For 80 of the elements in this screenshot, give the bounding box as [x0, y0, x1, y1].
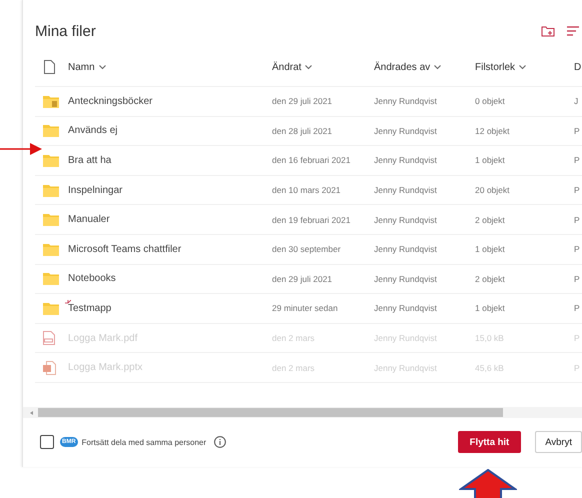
table-cell-text: P — [574, 244, 581, 254]
column-header[interactable]: Namn — [68, 62, 272, 72]
file-size: 12 objekt — [475, 126, 510, 136]
file-size: 1 objekt — [475, 303, 506, 314]
pdf-file-icon — [43, 331, 55, 346]
annotation-arrow — [459, 469, 517, 498]
table-cell-text: P — [574, 155, 581, 166]
modified-date: den 29 juli 2021 — [272, 96, 334, 106]
file-size: 0 objekt — [475, 96, 506, 106]
file-row[interactable]: Manualer den 19 februari 2021 Jenny Rundqvist 2 objekt P — [35, 205, 582, 235]
file-size: 1 objekt — [475, 155, 506, 166]
modified-date: den 16 februari 2021 — [272, 155, 352, 166]
info-icon[interactable] — [214, 436, 226, 448]
table-cell-text: P — [574, 126, 581, 136]
file-name: Testmapp — [68, 302, 272, 314]
file-name: Manualer — [68, 214, 111, 226]
table-cell-text: P — [574, 185, 581, 196]
file-size: 20 objekt — [475, 185, 510, 196]
modified-by: Jenny Rundqvist — [374, 185, 438, 196]
modified-date: den 29 juli 2021 — [272, 274, 334, 284]
folder-icon — [43, 302, 59, 315]
file-row[interactable]: Microsoft Teams chattfiler den 30 september Jenny Rundqvist 1 objekt P — [35, 234, 582, 265]
folder-icon — [43, 213, 59, 226]
modified-by: Jenny Rundqvist — [374, 303, 438, 314]
file-size: 2 objekt — [475, 214, 506, 225]
table-cell-text: J — [574, 96, 580, 106]
new-folder-icon[interactable] — [541, 25, 555, 37]
file-row[interactable]: Notebooks den 29 juli 2021 Jenny Rundqvist 2 objekt P — [35, 264, 582, 294]
modified-by: Jenny Rundqvist — [374, 214, 438, 225]
file-type-icon — [44, 60, 55, 74]
modified-by: Jenny Rundqvist — [374, 155, 438, 166]
file-row[interactable]: Bra att ha den 16 februari 2021 Jenny Rundqvist 1 objekt P — [35, 146, 582, 176]
table-cell-text: P — [574, 274, 581, 284]
modified-by: Jenny Rundqvist — [374, 244, 438, 254]
file-row[interactable]: Används ej den 28 juli 2021 Jenny Rundqvist 12 objekt P — [35, 116, 582, 146]
file-name: Bra att ha — [68, 154, 112, 166]
folder-icon — [43, 124, 59, 138]
modified-date: den 10 mars 2021 — [272, 185, 342, 196]
chevron-down-icon — [434, 64, 442, 70]
folder-icon — [43, 154, 59, 167]
file-name: Notebooks — [68, 273, 117, 284]
sort-icon[interactable] — [567, 26, 579, 36]
folder-icon — [43, 272, 59, 286]
folder-icon — [43, 94, 59, 108]
table-cell-text: P — [574, 303, 581, 314]
slides-file-icon — [43, 360, 56, 375]
modified-by: Jenny Rundqvist — [374, 96, 438, 106]
cancel-button[interactable]: Avbryt — [535, 431, 582, 453]
file-name: Inspelningar — [68, 184, 124, 196]
file-name: Används ej — [68, 125, 118, 136]
page-title: Mina filer — [35, 22, 96, 40]
column-header[interactable]: D — [574, 62, 582, 72]
folder-icon — [43, 184, 59, 197]
column-header[interactable]: Filstorlek — [475, 62, 574, 72]
modified-date: 29 minuter sedan — [272, 303, 339, 314]
file-size: 1 objekt — [475, 244, 506, 254]
table-cell-text: P — [574, 214, 581, 225]
file-name: Anteckningsböcker — [68, 96, 154, 107]
file-row[interactable]: Inspelningar den 10 mars 2021 Jenny Rundqvist 20 objekt P — [35, 176, 582, 206]
column-header[interactable]: Ändrades av — [374, 62, 475, 72]
folder-icon — [43, 242, 59, 256]
file-name: Microsoft Teams chattfiler — [68, 244, 182, 255]
checkbox[interactable] — [40, 435, 54, 449]
share-label: Fortsätt dela med samma personer — [82, 438, 206, 446]
horizontal-scrollbar[interactable] — [23, 407, 582, 418]
file-row[interactable]: Testmapp 29 minuter sedan Jenny Rundqvist 1 objekt P — [35, 294, 582, 324]
scroll-left-icon[interactable] — [29, 410, 35, 416]
chevron-down-icon — [519, 64, 526, 70]
modified-date: den 28 juli 2021 — [272, 126, 334, 136]
move-here-button[interactable]: Flytta hit — [458, 431, 522, 453]
annotation-arrow — [0, 143, 42, 155]
chevron-down-icon — [98, 64, 106, 70]
modified-date: den 30 september — [272, 244, 342, 254]
column-header[interactable]: Ändrat — [272, 62, 374, 72]
file-size: 2 objekt — [475, 274, 506, 284]
modified-date: den 19 februari 2021 — [272, 214, 352, 225]
chevron-down-icon — [305, 64, 312, 70]
modified-by: Jenny Rundqvist — [374, 126, 438, 136]
modified-by: Jenny Rundqvist — [374, 274, 438, 284]
file-row[interactable]: Anteckningsböcker den 29 juli 2021 Jenny Rundqvist 0 objekt J — [35, 87, 582, 117]
